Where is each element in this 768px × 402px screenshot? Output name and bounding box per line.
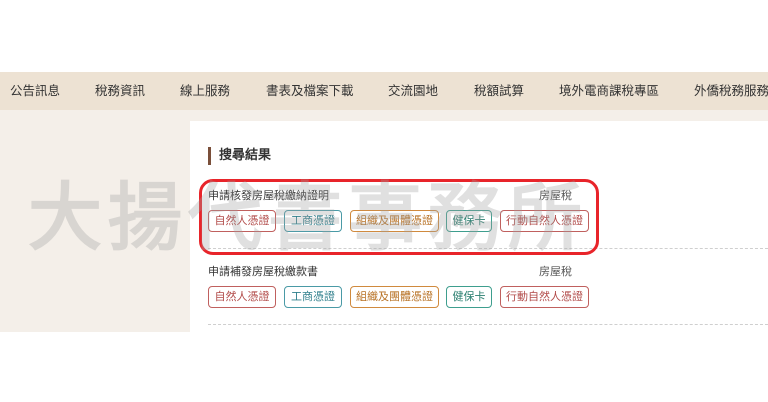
health-card-button[interactable]: 健保卡 xyxy=(446,286,492,308)
business-cert-button[interactable]: 工商憑證 xyxy=(284,286,342,308)
result-name[interactable]: 申請補發房屋稅繳款書 xyxy=(208,263,318,279)
nav-item-foreigner-tax-services[interactable]: 外僑稅務服務 xyxy=(694,72,768,110)
main-nav-bar: 公告訊息 稅務資訊 線上服務 書表及檔案下載 交流園地 稅額試算 境外電商課稅專… xyxy=(0,72,768,110)
nav-item-tax-calculator[interactable]: 稅額試算 xyxy=(474,72,524,110)
section-title: 搜尋結果 xyxy=(208,147,271,165)
nav-item-announcements[interactable]: 公告訊息 xyxy=(10,72,60,110)
highlight-annotation-box xyxy=(199,179,599,255)
nav-item-forum[interactable]: 交流園地 xyxy=(388,72,438,110)
nav-item-tax-info[interactable]: 稅務資訊 xyxy=(95,72,145,110)
natural-person-cert-button[interactable]: 自然人憑證 xyxy=(208,286,276,308)
nav-item-cross-border-ecommerce[interactable]: 境外電商課稅專區 xyxy=(559,72,659,110)
result-category: 房屋稅 xyxy=(539,265,572,278)
nav-item-forms-download[interactable]: 書表及檔案下載 xyxy=(266,72,354,110)
organization-cert-button[interactable]: 組織及團體憑證 xyxy=(350,286,439,308)
nav-item-online-services[interactable]: 線上服務 xyxy=(180,72,230,110)
mobile-natural-person-cert-button[interactable]: 行動自然人憑證 xyxy=(500,286,589,308)
result-divider xyxy=(208,324,768,325)
